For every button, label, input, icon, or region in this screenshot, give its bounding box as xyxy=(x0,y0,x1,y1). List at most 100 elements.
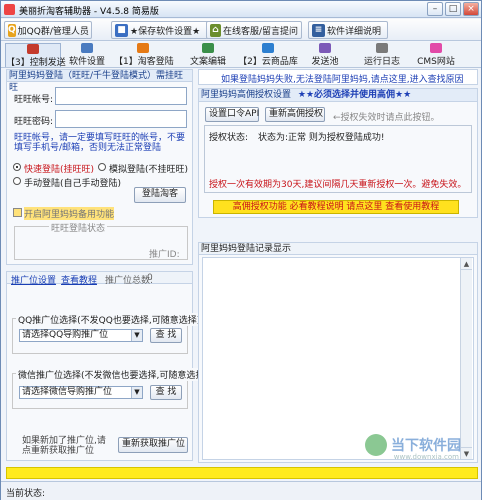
cloud-icon xyxy=(262,43,274,53)
tab-label: 【2】云商品库 xyxy=(238,57,298,67)
login-taoke-button[interactable]: 登陆淘客 xyxy=(134,187,186,203)
promo-total-value: 0 xyxy=(147,273,153,283)
details-label: 软件详细说明 xyxy=(327,26,382,37)
save-icon: ■ xyxy=(115,23,128,37)
main-window: 美丽折淘客辅助器 - V4.5.8 简易版 – □ × Q 加QQ群/管理人员 … xyxy=(0,0,482,500)
online-support-label: 在线客服/留言提问 xyxy=(222,26,298,37)
qq-search-button[interactable]: 查 找 xyxy=(150,328,182,343)
cms-icon xyxy=(430,43,442,53)
log-scrollbar[interactable]: ▲ ▼ xyxy=(460,258,472,459)
promo-settings-link[interactable]: 推广位设置 xyxy=(11,273,56,286)
reauth-hint: ←授权失效时请点此按钮。 xyxy=(333,113,440,123)
log-icon xyxy=(376,43,388,53)
tab-cms-site[interactable]: CMS网站 xyxy=(415,43,457,67)
wx-promo-title: 微信推广位选择(不发微信也要选择,可随意选择) xyxy=(16,368,210,381)
qq-promo-title: QQ推广位选择(不发QQ也要选择,可随意选择) xyxy=(16,313,203,326)
radio-fast-label: 快速登陆(挂旺旺) xyxy=(24,165,95,175)
online-support-button[interactable]: ⌂ 在线客服/留言提问 xyxy=(206,21,302,39)
login-panel: 阿里妈妈登陆（旺旺/千牛登陆模式）需挂旺旺 旺旺帐号: 旺旺密码: 旺旺帐号，请… xyxy=(6,69,193,265)
tab-label: 软件设置 xyxy=(68,57,105,67)
document-icon: ≡ xyxy=(312,23,325,37)
auth-header: 阿里妈妈高佣授权设置 ★★必须选择并使用高佣★★ xyxy=(199,89,477,102)
promo-total-label: 推广位总数: xyxy=(105,276,154,286)
toolbar: Q 加QQ群/管理人员 ■ ★保存软件设置★ ⌂ 在线客服/留言提问 ≡ 软件详… xyxy=(1,19,481,41)
auth-notice-link[interactable]: 如果登陆妈妈失败,无法登陆阿里妈妈,请点这里,进入查找原因 xyxy=(221,72,464,85)
auth-notice-bar[interactable]: 如果登陆妈妈失败,无法登陆阿里妈妈,请点这里,进入查找原因 xyxy=(198,69,478,85)
tutorial-bar[interactable]: 高佣授权功能 必看教程说明 请点这里 查看使用教程 xyxy=(213,200,459,214)
title-bar: 美丽折淘客辅助器 - V4.5.8 简易版 – □ × xyxy=(1,1,481,18)
qq-group-label: 加QQ群/管理人员 xyxy=(17,26,89,37)
backup-checkbox[interactable] xyxy=(13,208,22,217)
watermark-text: 当下软件园 xyxy=(391,438,461,454)
wx-search-button[interactable]: 查 找 xyxy=(150,385,182,400)
scroll-up-icon[interactable]: ▲ xyxy=(461,258,472,270)
progress-bar xyxy=(6,467,478,479)
tab-control-send[interactable]: 【3】控制发送 xyxy=(5,43,66,68)
promo-panel: 推广位设置 查看教程 推广位总数: 0 QQ推广位选择(不发QQ也要选择,可随意… xyxy=(6,271,210,461)
wx-promo-select[interactable]: 请选择微信导购推广位 ▼ xyxy=(19,386,143,399)
maximize-button[interactable]: □ xyxy=(445,2,461,16)
reauth-button[interactable]: 重新高佣授权 xyxy=(265,107,325,122)
tab-label: 发送池 xyxy=(311,57,339,67)
tab-label: 【3】控制发送 xyxy=(6,58,66,68)
radio-fast-login[interactable] xyxy=(13,163,21,171)
tab-cloud-library[interactable]: 【2】云商品库 xyxy=(237,43,299,67)
tab-copy-edit[interactable]: 文案编辑 xyxy=(186,43,230,67)
app-icon xyxy=(4,4,15,15)
password-input[interactable] xyxy=(55,110,187,128)
send-icon xyxy=(27,44,39,54)
edit-icon xyxy=(202,43,214,53)
qq-icon: Q xyxy=(8,23,16,37)
wx-promo-selected: 请选择微信导购推广位 xyxy=(22,387,113,397)
tab-send-pool[interactable]: 发送池 xyxy=(307,43,343,67)
tab-software-settings[interactable]: 软件设置 xyxy=(67,43,107,67)
auth-valid-note: 授权一次有效期为30天,建议间隔几天重新授权一次。避免失效。 xyxy=(209,180,467,190)
status-label: 当前状态: xyxy=(6,489,46,499)
password-label: 旺旺密码: xyxy=(14,117,54,127)
login-status-title: 旺旺登陆状态 xyxy=(49,221,108,234)
set-password-api-button[interactable]: 设置口令API xyxy=(205,107,259,122)
tab-taoke-login[interactable]: 【1】淘客登陆 xyxy=(114,43,174,67)
save-settings-label: ★保存软件设置★ xyxy=(130,26,201,37)
minimize-button[interactable]: – xyxy=(427,2,443,16)
auth-header-title: 阿里妈妈高佣授权设置 xyxy=(201,90,292,100)
qq-promo-select[interactable]: 请选择QQ导购推广位 ▼ xyxy=(19,329,143,342)
radio-manual-login[interactable] xyxy=(13,177,21,185)
save-settings-button[interactable]: ■ ★保存软件设置★ xyxy=(111,21,221,39)
promo-new-hint: 如果新加了推广位,请点重新获取推广位 xyxy=(22,436,106,456)
promo-id-label: 推广ID: xyxy=(149,250,180,260)
account-note: 旺旺帐号，请一定要填写旺旺的帐号，不要填写手机号/邮箱，否则无法正常登陆 xyxy=(14,133,186,153)
promo-tutorial-link[interactable]: 查看教程 xyxy=(61,273,97,286)
refresh-promo-button[interactable]: 重新获取推广位 xyxy=(118,437,188,453)
status-bar: 当前状态: xyxy=(1,481,481,500)
qq-group-button[interactable]: Q 加QQ群/管理人员 xyxy=(4,21,92,39)
tab-run-log[interactable]: 运行日志 xyxy=(361,43,403,67)
auth-panel: 阿里妈妈高佣授权设置 ★★必须选择并使用高佣★★ 设置口令API 重新高佣授权 … xyxy=(198,88,478,218)
tab-label: 【1】淘客登陆 xyxy=(114,57,174,67)
tab-label: CMS网站 xyxy=(417,57,455,67)
window-title: 美丽折淘客辅助器 - V4.5.8 简易版 xyxy=(19,7,159,17)
auth-status-label: 授权状态: xyxy=(209,133,249,143)
scroll-down-icon[interactable]: ▼ xyxy=(461,447,472,459)
login-header: 阿里妈妈登陆（旺旺/千牛登陆模式）需挂旺旺 xyxy=(7,70,192,93)
radio-sim-label: 模拟登陆(不挂旺旺) xyxy=(109,165,189,175)
close-button[interactable]: × xyxy=(463,2,479,16)
tab-label: 运行日志 xyxy=(363,57,400,67)
pool-icon xyxy=(319,43,331,53)
auth-status-value: 状态为:正常 则为授权登陆成功! xyxy=(258,133,385,143)
log-textarea[interactable]: ▲ ▼ xyxy=(202,257,474,460)
settings-icon xyxy=(81,43,93,53)
chevron-down-icon: ▼ xyxy=(131,387,142,398)
account-input[interactable] xyxy=(55,87,187,105)
promo-header: 推广位设置 查看教程 推广位总数: 0 xyxy=(7,272,192,286)
support-icon: ⌂ xyxy=(210,23,221,37)
watermark-sub: www.downxia.com xyxy=(393,453,459,461)
details-button[interactable]: ≡ 软件详细说明 xyxy=(308,21,388,39)
tab-bar: 【3】控制发送 软件设置 【1】淘客登陆 文案编辑 【2】云商品库 发送池 运行… xyxy=(1,42,481,68)
chevron-down-icon: ▼ xyxy=(131,330,142,341)
log-panel: 阿里妈妈登陆记录显示 ▲ ▼ 当下软件园 www.downxia.com xyxy=(198,242,478,463)
log-header: 阿里妈妈登陆记录显示 xyxy=(199,243,477,255)
tab-label: 文案编辑 xyxy=(189,57,226,67)
radio-sim-login[interactable] xyxy=(98,163,106,171)
backup-checkbox-label: 开启阿里妈妈备用功能 xyxy=(24,207,115,220)
